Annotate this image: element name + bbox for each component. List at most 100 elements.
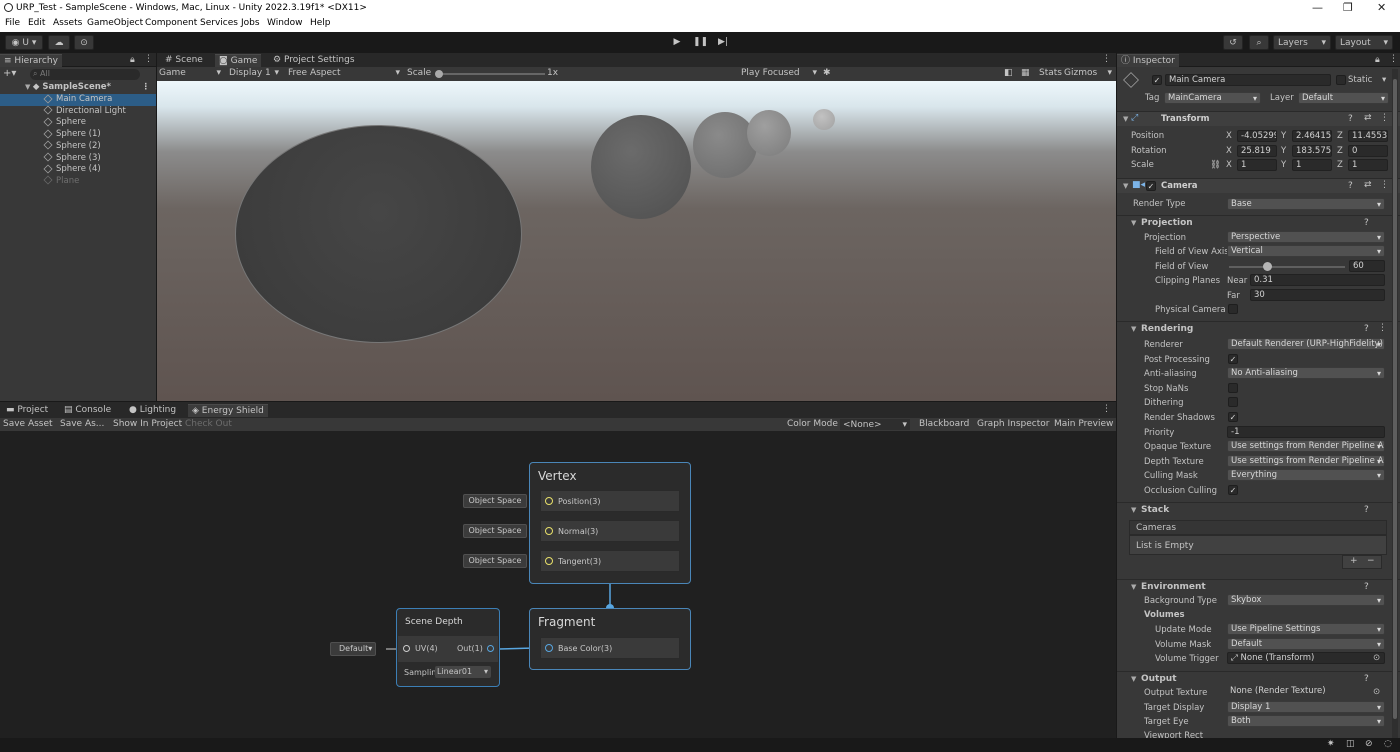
volume-trigger-field[interactable]: ⤢ None (Transform)	[1227, 652, 1385, 664]
hierarchy-item-plane[interactable]: Plane	[0, 175, 156, 188]
menu-file[interactable]: File	[5, 18, 20, 28]
game-viewport[interactable]	[157, 81, 1116, 401]
kebab-menu-icon[interactable]: ⋮	[1380, 113, 1389, 123]
help-icon[interactable]: ?	[1364, 505, 1369, 515]
port-icon[interactable]	[545, 644, 553, 652]
cloud-button[interactable]: ☁	[48, 35, 70, 50]
kebab-menu-icon[interactable]: ⋮	[1380, 180, 1389, 190]
position-space-input[interactable]: Object Space	[463, 494, 527, 508]
scale-slider-handle[interactable]	[435, 70, 443, 78]
play-button[interactable]: ▶	[670, 35, 684, 49]
rendering-row-dropdown[interactable]: No Anti-aliasing	[1227, 367, 1385, 380]
rendering-row-checkbox[interactable]: ✓	[1228, 353, 1238, 364]
output-foldout[interactable]: ▼ Output ?	[1117, 671, 1400, 685]
sampling-dropdown[interactable]: Linear01 ▾	[435, 666, 491, 678]
scale-y-field[interactable]: 1	[1292, 159, 1332, 171]
rendering-row-dropdown[interactable]: Use settings from Render Pipeline Asset	[1227, 454, 1385, 467]
menu-edit[interactable]: Edit	[28, 18, 45, 28]
rendering-row-field[interactable]: -1	[1227, 425, 1385, 438]
aspect-dropdown[interactable]: Free Aspect ▾	[288, 68, 400, 78]
position-x-field[interactable]: -4.05299	[1237, 130, 1277, 142]
target-display-dropdown[interactable]: Display 1	[1227, 701, 1385, 713]
help-icon[interactable]: ?	[1348, 181, 1353, 191]
slot-base-color[interactable]: Base Color(3)	[540, 637, 680, 659]
lock-icon[interactable]: 🔒︎	[1375, 55, 1380, 65]
minimize-icon[interactable]: —	[1312, 1, 1323, 14]
tab-project-settings[interactable]: ⚙ Project Settings	[269, 54, 359, 67]
blackboard-button[interactable]: Blackboard	[919, 419, 969, 429]
hierarchy-item-sphere-2[interactable]: Sphere (2)	[0, 140, 156, 153]
scene-depth-node[interactable]: Scene Depth UV(4) Out(1) Samplin Linear0…	[396, 608, 500, 687]
tab-inspector[interactable]: ⓘ Inspector	[1117, 54, 1179, 67]
tab-project[interactable]: ▬ Project	[2, 404, 52, 417]
stats-button[interactable]: Stats	[1039, 68, 1062, 78]
fov-slider-handle[interactable]	[1263, 262, 1273, 271]
kebab-menu-icon[interactable]: ⋮	[142, 82, 151, 93]
mute-audio-icon[interactable]: ◧	[1004, 68, 1013, 78]
update-mode-dropdown[interactable]: Use Pipeline Settings	[1227, 623, 1385, 635]
display-dropdown[interactable]: Display 1 ▾	[229, 68, 279, 78]
plus-icon[interactable]: +	[1350, 556, 1358, 566]
kebab-menu-icon[interactable]: ⋮	[144, 54, 153, 64]
save-asset-button[interactable]: Save Asset	[3, 419, 53, 429]
help-icon[interactable]: ?	[1364, 324, 1369, 334]
slot-normal[interactable]: Normal(3)	[540, 520, 680, 542]
rendering-row-checkbox[interactable]: ✓	[1228, 485, 1238, 495]
tag-dropdown[interactable]: MainCamera	[1164, 92, 1261, 104]
tab-scene[interactable]: # Scene	[161, 54, 207, 67]
layers-dropdown[interactable]: Layers ▾	[1273, 35, 1331, 50]
layer-dropdown[interactable]: Default	[1298, 92, 1389, 104]
account-button[interactable]: ◉ U ▾	[5, 35, 43, 50]
layout-dropdown[interactable]: Layout ▾	[1335, 35, 1393, 50]
menu-jobs[interactable]: Jobs	[241, 18, 260, 28]
output-texture-field[interactable]: None (Render Texture)	[1227, 686, 1385, 698]
fov-slider-track[interactable]	[1229, 266, 1345, 268]
hierarchy-search[interactable]: ⌕ All	[30, 69, 140, 80]
tab-console[interactable]: ▤ Console	[60, 404, 115, 417]
rendering-row-checkbox[interactable]	[1228, 382, 1238, 393]
fov-field[interactable]: 60	[1349, 260, 1385, 272]
inspector-scrollbar[interactable]	[1392, 69, 1398, 738]
port-icon[interactable]	[545, 527, 553, 535]
object-name-field[interactable]: Main Camera	[1165, 74, 1331, 86]
uv-default-input[interactable]: Default▾	[330, 642, 376, 656]
rendering-row-dropdown[interactable]: Everything	[1227, 469, 1385, 482]
environment-foldout[interactable]: ▼ Environment ?	[1117, 579, 1400, 593]
scale-x-field[interactable]: 1	[1237, 159, 1277, 171]
graph-inspector-button[interactable]: Graph Inspector	[977, 419, 1049, 429]
rotation-z-field[interactable]: 0	[1348, 145, 1388, 157]
rendering-row-dropdown[interactable]: Default Renderer (URP-HighFidelity)	[1227, 338, 1385, 350]
kebab-menu-icon[interactable]: ⋮	[1378, 323, 1387, 333]
transform-header[interactable]: ▼ ⤢ Transform ? ⇄ ⋮	[1117, 111, 1400, 126]
tab-energy-shield[interactable]: ◈ Energy Shield	[188, 404, 268, 417]
shadergraph-canvas[interactable]: Vertex Position(3) Normal(3) Tangent(3) …	[0, 431, 1116, 738]
scene-root[interactable]: ▼ ◆ SampleScene* ⋮	[0, 82, 156, 94]
scale-slider-track[interactable]	[437, 73, 545, 75]
render-type-dropdown[interactable]: Base	[1227, 198, 1385, 210]
projection-dropdown[interactable]: Perspective	[1227, 231, 1385, 243]
progress-icon[interactable]: ✷	[1327, 739, 1335, 749]
active-checkbox[interactable]: ✓	[1152, 75, 1162, 85]
close-icon[interactable]: ✕	[1377, 1, 1386, 14]
rendering-row-checkbox[interactable]: ✓	[1228, 412, 1238, 422]
hierarchy-item-directional-light[interactable]: Directional Light	[0, 105, 156, 118]
normal-space-input[interactable]: Object Space	[463, 524, 527, 538]
game-mode-dropdown[interactable]: Game ▾	[159, 68, 221, 78]
color-mode-dropdown[interactable]: <None> ▾	[840, 419, 910, 430]
menu-services[interactable]: Services	[200, 18, 238, 28]
tab-hierarchy[interactable]: ≡ Hierarchy	[0, 54, 62, 67]
search-button[interactable]: ⌕	[1249, 35, 1269, 50]
background-type-dropdown[interactable]: Skybox	[1227, 594, 1385, 606]
history-button[interactable]: ↺	[1223, 35, 1243, 50]
layers-icon[interactable]: ◫	[1346, 739, 1355, 749]
play-focused-dropdown[interactable]: Play Focused ▾	[741, 68, 817, 78]
port-icon[interactable]	[487, 645, 494, 652]
projection-foldout[interactable]: ▼ Projection ?	[1117, 215, 1400, 229]
bug-icon[interactable]: ✱	[823, 68, 831, 78]
far-field[interactable]: 30	[1250, 289, 1385, 301]
preset-icon[interactable]: ⇄	[1364, 180, 1372, 190]
rotation-x-field[interactable]: 25.819	[1237, 145, 1277, 157]
collab-button[interactable]: ⊙	[74, 35, 94, 50]
pause-button[interactable]: ❚❚	[693, 35, 708, 49]
scrollbar-thumb[interactable]	[1393, 79, 1397, 719]
